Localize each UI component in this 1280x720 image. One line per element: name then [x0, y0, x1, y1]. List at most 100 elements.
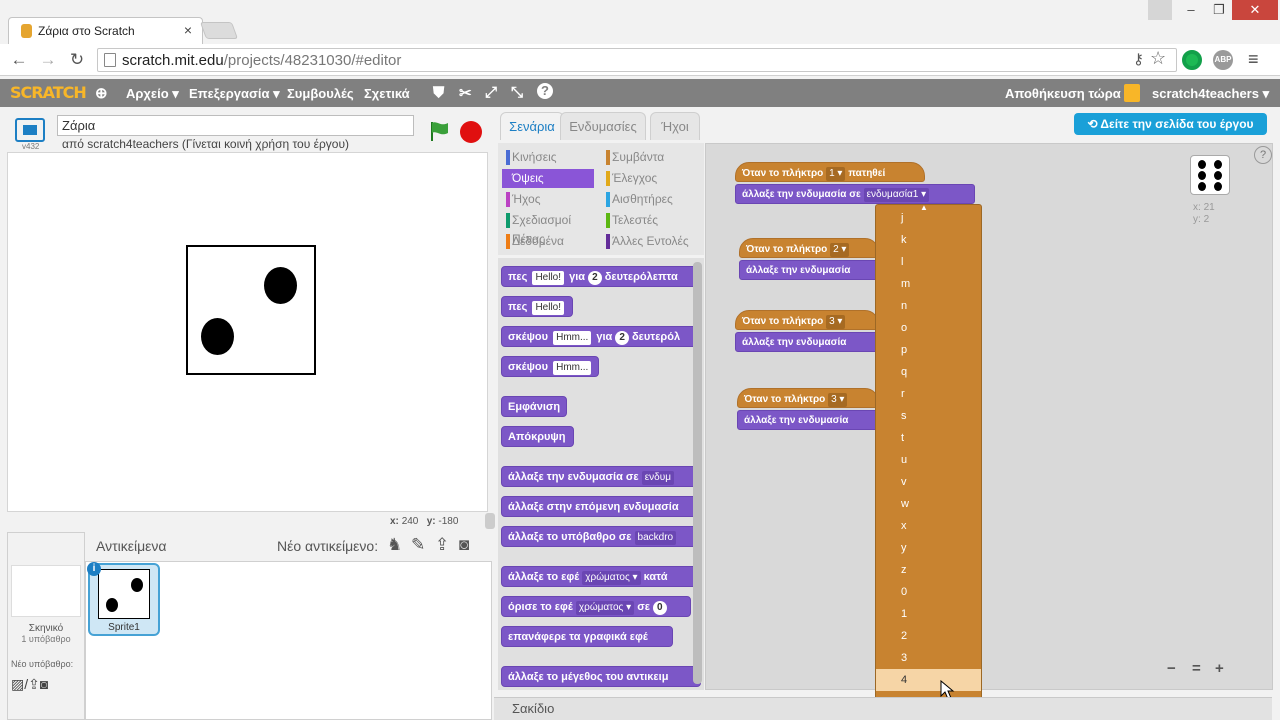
stage-thumbnail[interactable] — [11, 565, 81, 617]
back-icon[interactable]: ← — [8, 50, 30, 70]
key-option[interactable]: 3 — [876, 647, 981, 669]
upload-icon[interactable]: ⇪ — [28, 676, 40, 692]
stop-sign-icon[interactable] — [460, 121, 482, 143]
extension-icon[interactable] — [1182, 50, 1202, 70]
project-title-input[interactable]: Ζάρια — [57, 115, 414, 136]
my-stuff-icon[interactable] — [1124, 84, 1140, 102]
fullscreen-icon[interactable] — [15, 118, 45, 142]
switch-costume-script-block[interactable]: άλλαξε την ενδυμασία — [737, 410, 879, 430]
set-effect-block[interactable]: όρισε το εφέ χρώματος ▾ σε 0 — [501, 596, 691, 617]
key-option[interactable]: l — [876, 251, 981, 273]
adblock-icon[interactable]: ABP — [1213, 50, 1233, 70]
tab-scripts[interactable]: Σενάρια — [500, 112, 564, 140]
say-block[interactable]: πες Hello! — [501, 296, 573, 317]
camera-icon[interactable]: ◙ — [40, 676, 48, 692]
key-option[interactable]: o — [876, 317, 981, 339]
when-key-pressed-hat[interactable]: Όταν το πλήκτρο 2 ▾ — [739, 238, 879, 258]
when-key-pressed-hat[interactable]: Όταν το πλήκτρο 3 ▾ — [735, 310, 879, 330]
key-dropdown-menu[interactable]: jklmnopqrstuvwxyz012345 — [875, 204, 982, 712]
grow-icon[interactable]: ⤢ — [485, 84, 497, 101]
category-more-blocks[interactable]: Άλλες Εντολές — [602, 232, 694, 251]
key-option[interactable]: u — [876, 449, 981, 471]
address-bar[interactable]: scratch.mit.edu/projects/48231030/#edito… — [97, 48, 1177, 72]
menu-edit[interactable]: Επεξεργασία ▾ — [189, 86, 280, 102]
see-project-page-button[interactable]: ⟲ Δείτε την σελίδα του έργου — [1074, 113, 1267, 135]
zoom-in-icon[interactable]: + — [1215, 660, 1224, 677]
scripts-help-icon[interactable]: ? — [1254, 146, 1272, 164]
category-motion[interactable]: Κινήσεις — [502, 148, 594, 167]
menu-tips[interactable]: Συμβουλές — [287, 86, 354, 101]
key-option[interactable]: z — [876, 559, 981, 581]
show-block[interactable]: Εμφάνιση — [501, 396, 567, 417]
key-option[interactable]: k — [876, 229, 981, 251]
key-option[interactable]: 0 — [876, 581, 981, 603]
key-option[interactable]: x — [876, 515, 981, 537]
change-effect-block[interactable]: άλλαξε το εφέ χρώματος ▾ κατά — [501, 566, 701, 587]
green-flag-icon[interactable] — [428, 120, 450, 142]
minimize-icon[interactable]: – — [1176, 0, 1206, 20]
switch-backdrop-block[interactable]: άλλαξε το υπόβαθρο σε backdro — [501, 526, 701, 547]
category-data[interactable]: Δεδομένα — [502, 232, 594, 251]
category-sensing[interactable]: Αισθητήρες — [602, 190, 694, 209]
hide-block[interactable]: Απόκρυψη — [501, 426, 574, 447]
next-costume-block[interactable]: άλλαξε στην επόμενη ενδυμασία — [501, 496, 701, 517]
switch-costume-script-block[interactable]: άλλαξε την ενδυμασία σε ενδυμασία1 ▾ — [735, 184, 975, 204]
key-option[interactable]: w — [876, 493, 981, 515]
chrome-menu-icon[interactable]: ≡ — [1248, 49, 1259, 70]
user-menu[interactable]: scratch4teachers ▾ — [1152, 86, 1269, 102]
backpack-bar[interactable]: Σακίδιο — [494, 697, 1272, 720]
change-size-block[interactable]: άλλαξε το μέγεθος του αντικειμ — [501, 666, 701, 687]
scratch-logo[interactable]: SCRATCH — [10, 83, 87, 102]
paint-sprite-icon[interactable]: ✎ — [411, 535, 425, 555]
bookmark-star-icon[interactable]: ☆ — [1150, 48, 1166, 69]
key-option[interactable]: s — [876, 405, 981, 427]
dropdown-scroll-up-icon[interactable]: ▲ — [920, 203, 928, 212]
dice-sprite[interactable] — [186, 245, 316, 375]
key-option[interactable]: 1 — [876, 603, 981, 625]
switch-costume-block[interactable]: άλλαξε την ενδυμασία σε ενδυμ — [501, 466, 701, 487]
key-option[interactable]: y — [876, 537, 981, 559]
key-option[interactable]: m — [876, 273, 981, 295]
user-profile-icon[interactable] — [1148, 0, 1172, 20]
window-close-icon[interactable]: ✕ — [1232, 0, 1278, 20]
tab-close-icon[interactable]: × — [184, 22, 192, 38]
category-pen[interactable]: Σχεδιασμοί Πένας — [502, 211, 594, 246]
zoom-out-icon[interactable]: − — [1167, 660, 1176, 677]
zoom-reset-icon[interactable]: = — [1192, 660, 1201, 677]
key-option[interactable]: 2 — [876, 625, 981, 647]
duplicate-stamp-icon[interactable]: ⛊ — [433, 84, 444, 101]
key-option[interactable]: 4 — [876, 669, 981, 691]
think-block[interactable]: σκέψου Hmm... — [501, 356, 599, 377]
upload-sprite-icon[interactable]: ⇪ — [435, 535, 449, 555]
key-option[interactable]: j — [876, 207, 981, 229]
stage-collapse-handle[interactable] — [485, 513, 495, 529]
switch-costume-script-block[interactable]: άλλαξε την ενδυμασία — [739, 260, 879, 280]
browser-tab[interactable]: Ζάρια στο Scratch × — [8, 17, 203, 44]
forward-icon[interactable]: → — [37, 50, 59, 70]
switch-costume-script-block[interactable]: άλλαξε την ενδυμασία — [735, 332, 879, 352]
key-option[interactable]: q — [876, 361, 981, 383]
key-option[interactable]: p — [876, 339, 981, 361]
palette-scrollbar[interactable] — [693, 262, 702, 684]
paint-backdrop-icon[interactable]: ▨ — [11, 676, 24, 692]
say-for-secs-block[interactable]: πες Hello! για 2 δευτερόλεπτα — [501, 266, 697, 287]
cut-icon[interactable]: ✂ — [459, 84, 472, 102]
key-option[interactable]: t — [876, 427, 981, 449]
save-now-button[interactable]: Αποθήκευση τώρα — [1005, 86, 1121, 101]
think-for-secs-block[interactable]: σκέψου Hmm... για 2 δευτερόλ — [501, 326, 701, 347]
category-events[interactable]: Συμβάντα — [602, 148, 694, 167]
category-operators[interactable]: Τελεστές — [602, 211, 694, 230]
menu-about[interactable]: Σχετικά — [364, 86, 410, 101]
reload-icon[interactable]: ↻ — [66, 50, 88, 70]
when-key-pressed-hat[interactable]: Όταν το πλήκτρο 3 ▾ — [737, 388, 879, 408]
category-sound[interactable]: Ήχος — [502, 190, 594, 209]
when-key-pressed-hat[interactable]: Όταν το πλήκτρο 1 ▾ πατηθεί — [735, 162, 925, 182]
clear-effects-block[interactable]: επανάφερε τα γραφικά εφέ — [501, 626, 673, 647]
category-looks[interactable]: Όψεις — [502, 169, 594, 188]
key-option[interactable]: n — [876, 295, 981, 317]
sprite-info-icon[interactable]: i — [87, 562, 101, 576]
category-control[interactable]: Έλεγχος — [602, 169, 694, 188]
language-globe-icon[interactable]: ⊕ — [95, 84, 108, 102]
new-tab-button[interactable] — [199, 22, 239, 39]
camera-sprite-icon[interactable]: ◙ — [459, 535, 469, 555]
